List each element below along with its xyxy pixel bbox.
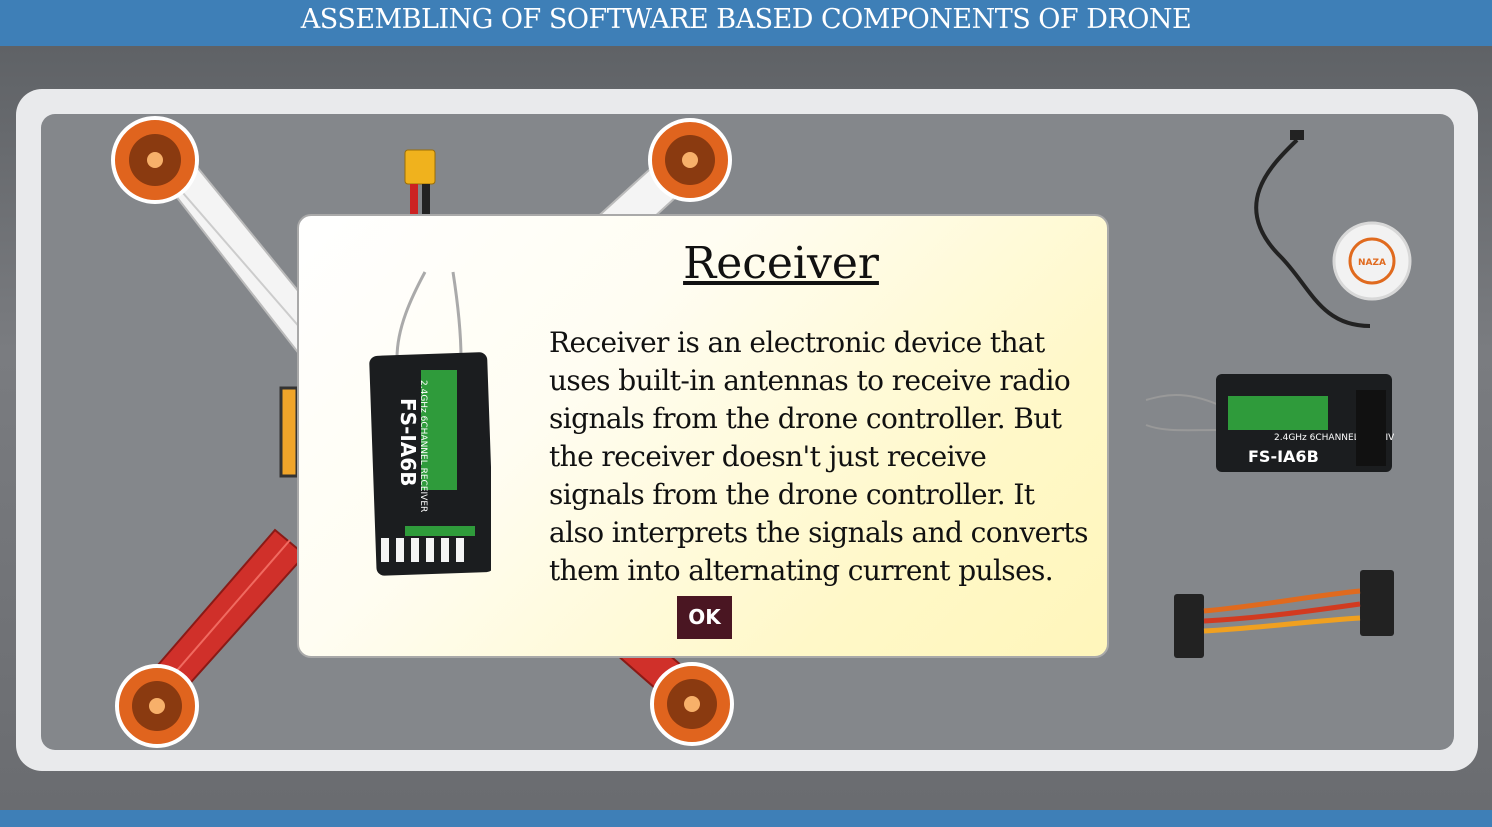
dialog-title: Receiver [683,238,879,289]
motor-front-left [111,116,199,204]
page-header: ASSEMBLING OF SOFTWARE BASED COMPONENTS … [0,0,1492,46]
ok-button[interactable]: OK [677,596,732,639]
svg-text:FS-IA6B: FS-IA6B [1248,447,1319,466]
motor-front-right [648,118,732,202]
svg-text:FS-IA6B: FS-IA6B [396,398,420,486]
receiver-image: FS-IA6B 2.4GHz 6CHANNEL RECEIVER [369,271,491,576]
page-footer [0,810,1492,827]
receiver-thumbnail[interactable]: 2.4GHz 6CHANNEL RECEIVER FS-IA6B [1144,370,1394,476]
xt60-connector [404,149,436,214]
svg-text:2.4GHz 6CHANNEL RECEIVER: 2.4GHz 6CHANNEL RECEIVER [418,380,428,512]
info-dialog: FS-IA6B 2.4GHz 6CHANNEL RECEIVER Receive… [297,214,1109,658]
motor-rear-right [650,662,734,746]
page-title: ASSEMBLING OF SOFTWARE BASED COMPONENTS … [300,4,1192,35]
svg-text:NAZA: NAZA [1358,258,1386,268]
dialog-body: Receiver is an electronic device that us… [549,326,1088,587]
motor-rear-left [115,664,199,748]
gps-module[interactable]: NAZA [1240,126,1420,336]
cable-harness[interactable] [1170,566,1400,668]
frame-bracket [279,386,299,478]
